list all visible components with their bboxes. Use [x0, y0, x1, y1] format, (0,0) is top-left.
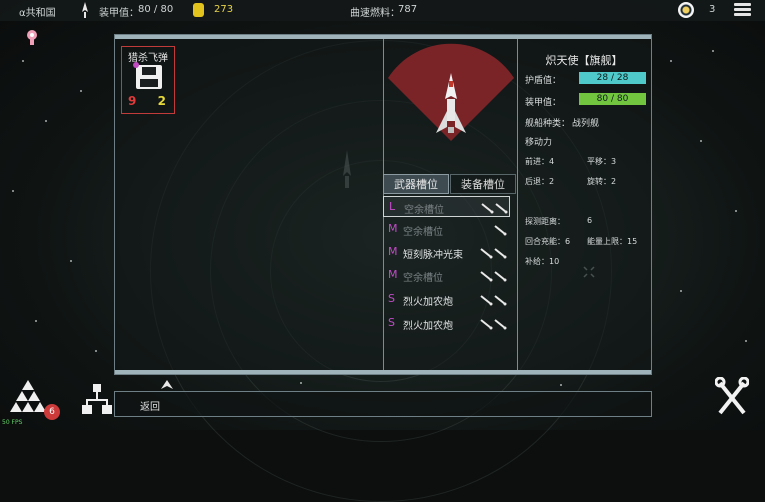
star	[80, 90, 82, 92]
armor-value: 80 / 80	[138, 4, 174, 15]
attack-range-icon	[481, 203, 508, 214]
background-ship-icon	[343, 150, 351, 188]
attack-range-icon	[480, 248, 507, 259]
armor-label-stat: 装甲值：	[525, 98, 562, 108]
ship-type-value: 战列舰	[572, 119, 600, 129]
attack-range-icon	[480, 271, 507, 282]
medal-icon[interactable]	[678, 2, 694, 18]
slot-size-letter: L	[389, 200, 396, 213]
weapon-slot[interactable]: M 短刻脉冲光束	[383, 242, 510, 263]
slot-name: 短刻脉冲光束	[403, 250, 463, 261]
rotate-stat: 旋转：2	[587, 177, 617, 186]
panel-bottom-edge	[115, 370, 651, 374]
ship-icon	[82, 2, 88, 18]
cargo-yellow-count: 2	[157, 94, 166, 108]
weapon-slot[interactable]: S 烈火加农炮	[383, 313, 510, 334]
star	[22, 60, 24, 62]
tech-tree-icon[interactable]	[82, 384, 112, 416]
star	[95, 350, 97, 352]
slot-name: 烈火加农炮	[403, 297, 453, 308]
coin-icon	[193, 3, 204, 17]
fleet-icon[interactable]	[10, 380, 46, 416]
detect-range-value: 6	[587, 216, 593, 225]
star	[560, 384, 562, 386]
cargo-red-count: 9	[128, 94, 137, 108]
warp-fuel-value: 787	[398, 4, 418, 15]
weapon-slot[interactable]: S 烈火加农炮	[383, 289, 510, 310]
menu-icon[interactable]	[734, 3, 751, 17]
map-pin-icon[interactable]	[25, 28, 39, 48]
detect-range-label: 探测距离：	[525, 217, 565, 226]
firing-arc	[388, 43, 514, 141]
slot-name: 空余槽位	[403, 273, 443, 284]
back-button[interactable]: 返回	[140, 398, 160, 413]
weapon-slot[interactable]: M 空余槽位	[383, 265, 510, 286]
slot-size-letter: S	[388, 316, 395, 329]
ship-name: 炽天使【旗舰】	[545, 54, 623, 67]
star	[745, 340, 747, 342]
star	[300, 382, 302, 384]
ship-type-label: 舰船种类：	[525, 119, 571, 129]
star	[35, 320, 37, 322]
bottom-action-bar: 返回	[114, 391, 652, 417]
star	[712, 50, 714, 52]
fps-counter: 50 FPS	[2, 419, 23, 426]
star	[735, 210, 737, 212]
weapon-slot[interactable]: L 空余槽位	[383, 196, 510, 217]
slot-name: 空余槽位	[404, 205, 444, 216]
attack-range-icon	[480, 295, 507, 306]
star	[700, 140, 702, 142]
faction-name: α共和国	[19, 8, 56, 19]
star	[70, 260, 72, 262]
coin-count: 273	[214, 4, 234, 15]
slot-size-letter: M	[388, 268, 398, 281]
star	[12, 190, 14, 192]
tab-equipment-slots[interactable]: 装备槽位	[450, 174, 516, 194]
warp-fuel-label: 曲速燃料：	[350, 8, 400, 19]
slot-size-letter: S	[388, 292, 395, 305]
slot-size-letter: M	[388, 222, 398, 235]
shield-label: 护盾值：	[525, 76, 562, 86]
attack-range-icon	[480, 319, 507, 330]
slot-name: 烈火加农炮	[403, 321, 453, 332]
mobility-label: 移动力	[525, 138, 553, 148]
medal-count: 3	[709, 4, 716, 15]
backward-stat: 后退：2	[525, 177, 555, 186]
slot-size-letter: M	[388, 245, 398, 258]
armor-label: 装甲值：	[99, 8, 139, 19]
weapon-slot[interactable]: M 空余槽位	[383, 219, 510, 240]
star	[680, 290, 682, 292]
turn-charge-stat: 回合充能：6	[525, 237, 571, 246]
star	[670, 60, 672, 62]
top-status-bar: α共和国 装甲值： 80 / 80 273 曲速燃料： 787 3	[0, 0, 765, 21]
wrench-tools-icon[interactable]	[715, 377, 749, 417]
armor-bar: 80 / 80	[579, 93, 646, 105]
star	[45, 120, 47, 122]
slot-tabs: 武器槽位 装备槽位	[383, 174, 516, 194]
tab-weapon-slots[interactable]: 武器槽位	[383, 174, 449, 194]
crosshair-icon	[583, 266, 595, 278]
strafe-stat: 平移：3	[587, 157, 617, 166]
energy-cap-stat: 能量上限：15	[587, 237, 638, 246]
cargo-item-card[interactable]: 猎杀飞弹 9 2	[121, 46, 175, 114]
fleet-count-badge: 6	[44, 404, 60, 420]
attack-range-icon	[494, 225, 507, 236]
floppy-disk-icon	[133, 62, 162, 89]
cargo-item-title: 猎杀飞弹	[128, 53, 168, 64]
supply-stat: 补给：10	[525, 257, 560, 266]
forward-stat: 前进：4	[525, 157, 555, 166]
slot-name: 空余槽位	[403, 227, 443, 238]
shield-bar: 28 / 28	[579, 72, 646, 84]
up-arrow-icon	[161, 380, 173, 389]
